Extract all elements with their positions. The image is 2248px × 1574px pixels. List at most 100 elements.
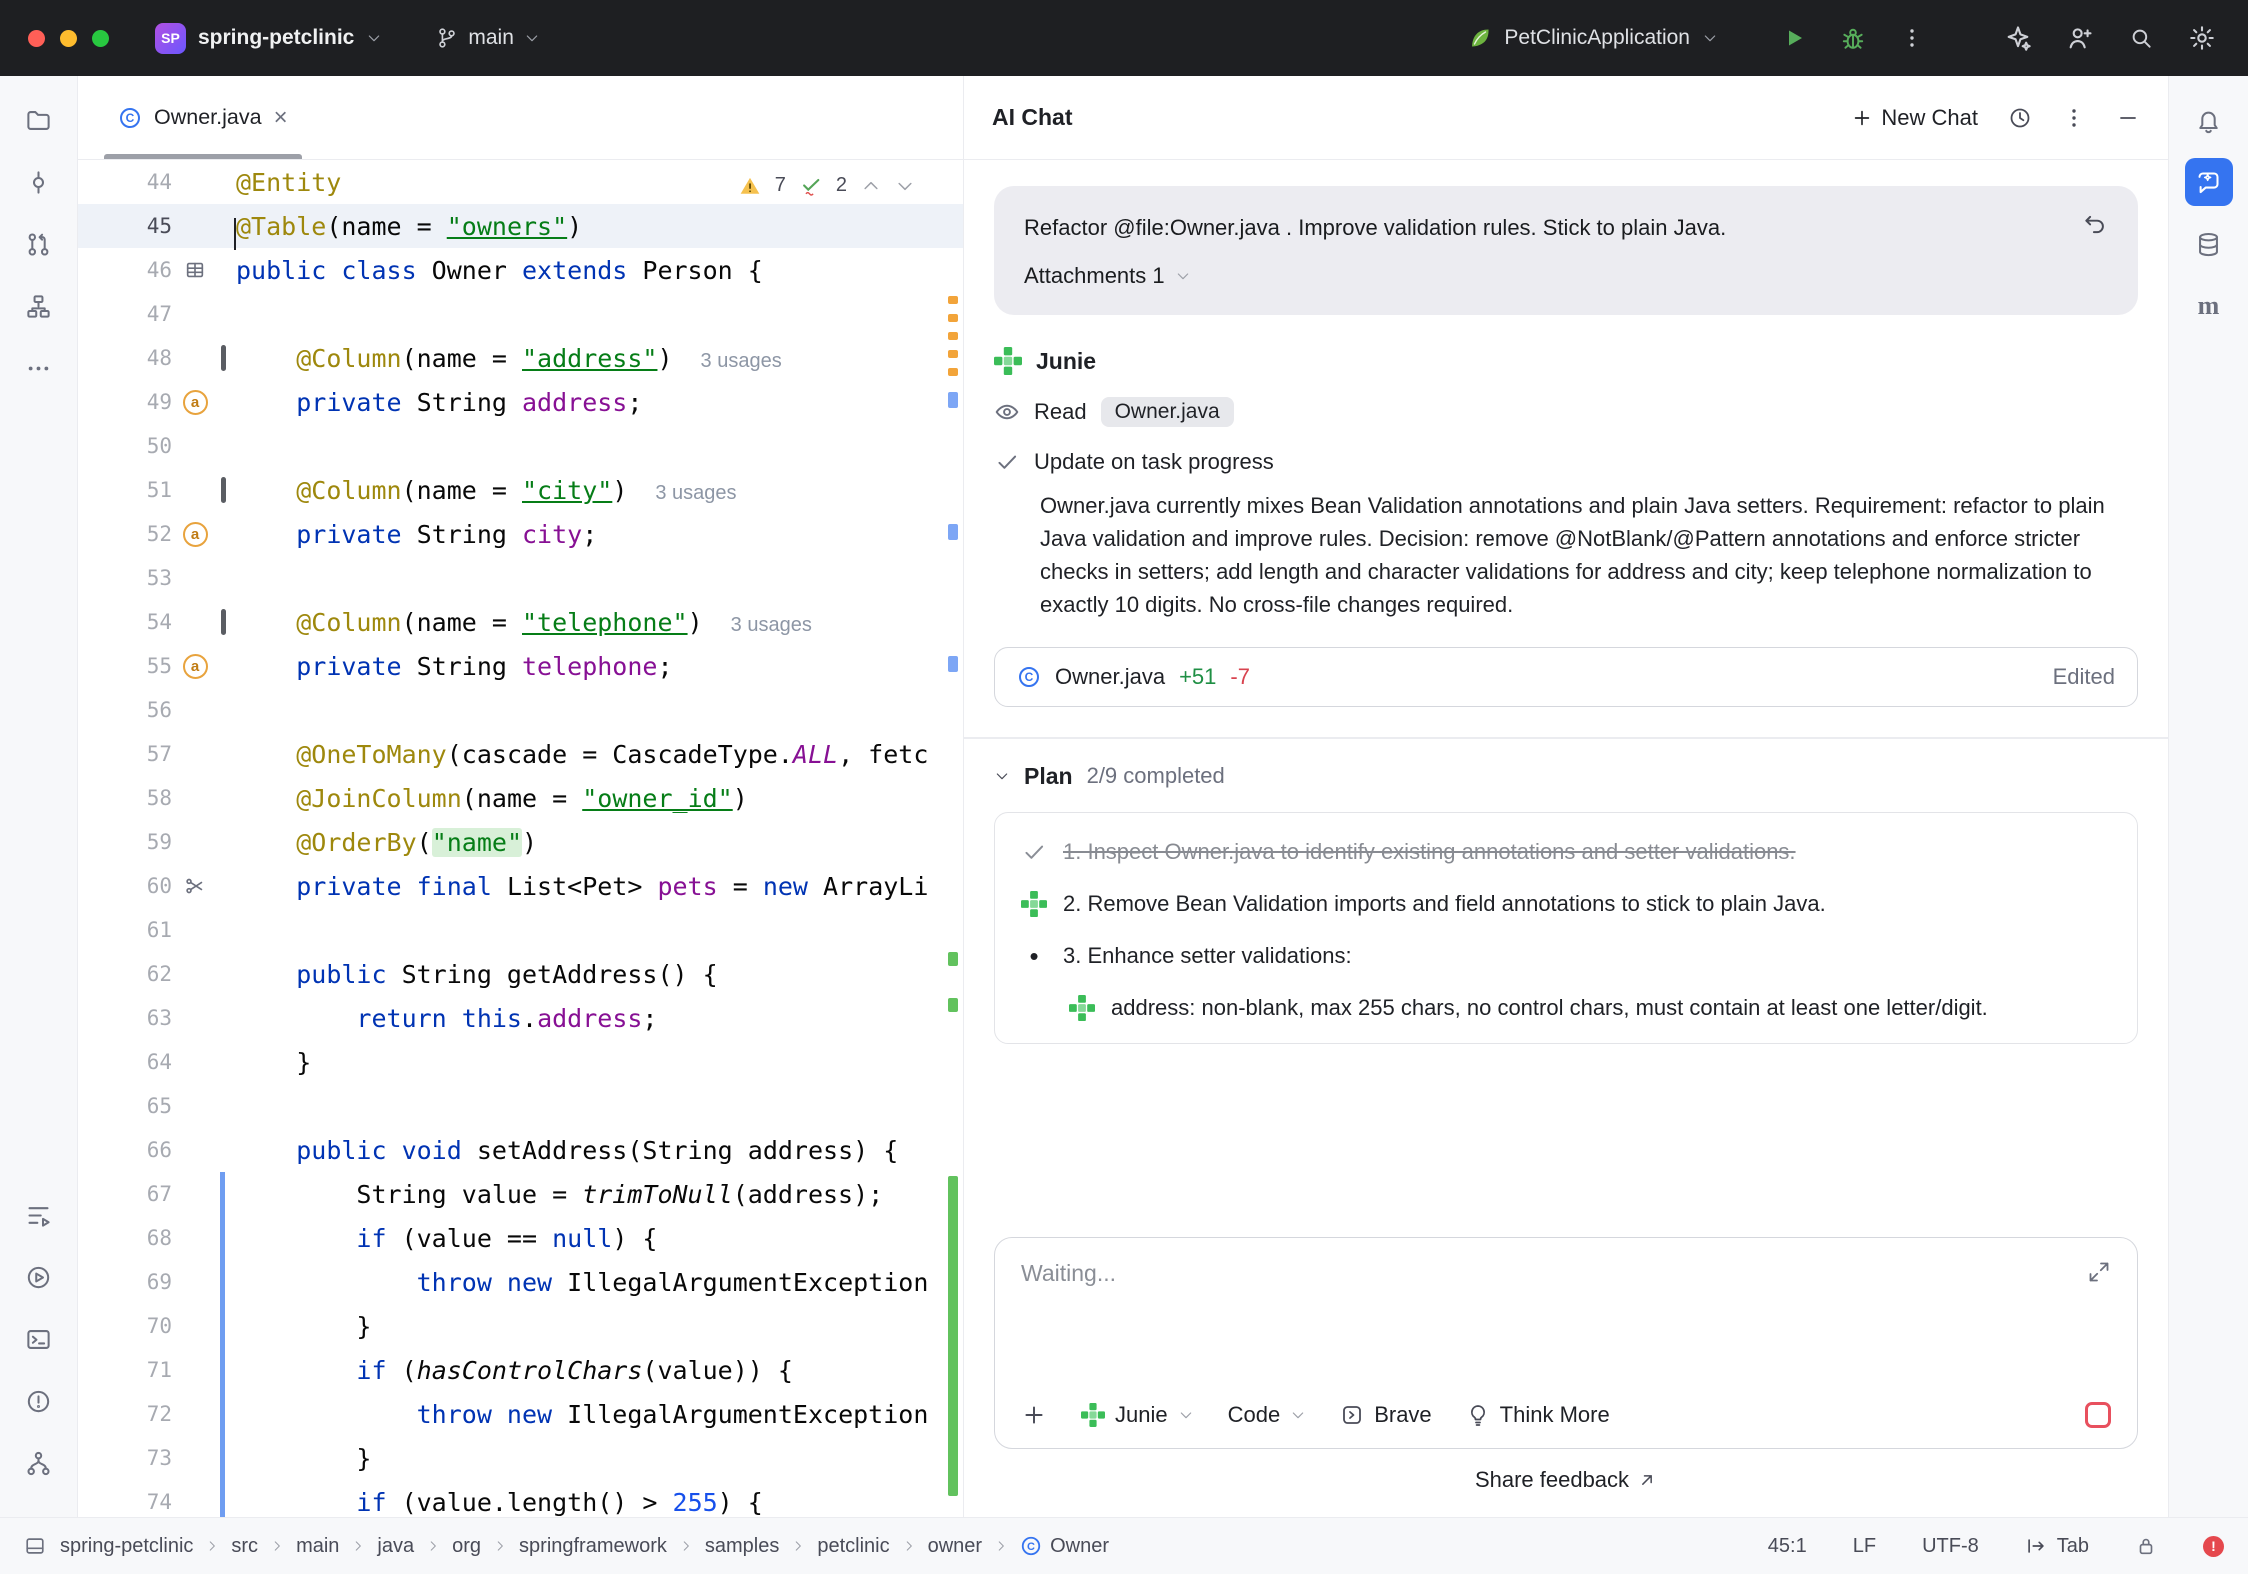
more-icon[interactable] [15, 344, 63, 392]
stop-button[interactable] [2085, 1402, 2111, 1428]
search-icon[interactable] [2128, 25, 2154, 51]
minimize-window-button[interactable] [60, 30, 77, 47]
lock-icon[interactable] [2135, 1535, 2157, 1557]
breadcrumb-item[interactable]: src [231, 1535, 258, 1558]
tab-options-kebab-icon[interactable] [937, 106, 963, 130]
line-number[interactable]: 56 [78, 698, 172, 722]
debug-button[interactable] [1840, 25, 1866, 51]
project-selector[interactable]: SP spring-petclinic [155, 23, 382, 54]
next-problem-icon[interactable] [895, 176, 915, 196]
line-number[interactable]: 67 [78, 1182, 172, 1206]
line-number[interactable]: 74 [78, 1490, 172, 1514]
line-number[interactable]: 44 [78, 170, 172, 194]
line-number[interactable]: 51 [78, 478, 172, 502]
problems-icon[interactable] [15, 1377, 63, 1425]
line-number[interactable]: 63 [78, 1006, 172, 1030]
line-number[interactable]: 49 [78, 390, 172, 414]
line-number[interactable]: 72 [78, 1402, 172, 1426]
breadcrumb-item[interactable]: petclinic [817, 1535, 889, 1558]
maximize-window-button[interactable] [92, 30, 109, 47]
history-clock-icon[interactable] [2008, 106, 2032, 130]
line-number[interactable]: 73 [78, 1446, 172, 1470]
line-number[interactable]: 65 [78, 1094, 172, 1118]
breadcrumb-item[interactable]: spring-petclinic [60, 1535, 193, 1558]
brave-mode-toggle[interactable]: Brave [1340, 1402, 1431, 1428]
inspection-widget[interactable]: 7 2 [731, 170, 923, 201]
settings-gear-icon[interactable] [2188, 24, 2216, 52]
line-number[interactable]: 69 [78, 1270, 172, 1294]
gutter[interactable]: a [172, 654, 218, 679]
chat-options-kebab-icon[interactable] [2062, 106, 2086, 130]
build-icon[interactable] [15, 1191, 63, 1239]
project-icon[interactable] [15, 96, 63, 144]
version-control-icon[interactable] [15, 1439, 63, 1487]
breadcrumb-item[interactable]: org [452, 1535, 481, 1558]
line-number[interactable]: 54 [78, 610, 172, 634]
line-number[interactable]: 48 [78, 346, 172, 370]
encoding-widget[interactable]: UTF-8 [1922, 1535, 1979, 1558]
code-editor[interactable]: 44@Entity45@Table(name = "owners")46publ… [78, 160, 963, 1517]
line-number[interactable]: 47 [78, 302, 172, 326]
run-icon[interactable] [15, 1253, 63, 1301]
gutter[interactable]: a [172, 522, 218, 547]
more-actions-button[interactable] [1900, 26, 1924, 50]
breadcrumb-item[interactable]: samples [705, 1535, 779, 1558]
expand-input-icon[interactable] [2087, 1260, 2111, 1284]
ai-assistant-icon[interactable] [2004, 24, 2032, 52]
share-feedback-link[interactable]: Share feedback [994, 1449, 2138, 1497]
attach-plus-icon[interactable] [1021, 1402, 1047, 1428]
attachments-toggle[interactable]: Attachments 1 [1024, 263, 2108, 289]
tool-window-layout-icon[interactable] [24, 1535, 46, 1557]
terminal-icon[interactable] [15, 1315, 63, 1363]
caret-position-widget[interactable]: 45:1 [1768, 1535, 1807, 1558]
tab-owner-java[interactable]: C Owner.java × [100, 76, 306, 159]
breadcrumb-item[interactable]: java [377, 1535, 414, 1558]
line-number[interactable]: 61 [78, 918, 172, 942]
ai-chat-icon[interactable] [2185, 158, 2233, 206]
gutter[interactable] [172, 259, 218, 281]
line-number[interactable]: 45 [78, 214, 172, 238]
error-stripe[interactable] [945, 160, 961, 1517]
line-number[interactable]: 57 [78, 742, 172, 766]
code-with-me-icon[interactable] [2066, 24, 2094, 52]
line-number[interactable]: 71 [78, 1358, 172, 1382]
line-number[interactable]: 58 [78, 786, 172, 810]
line-number[interactable]: 70 [78, 1314, 172, 1338]
tab-close-icon[interactable]: × [274, 106, 288, 130]
gutter[interactable] [172, 875, 218, 897]
line-number[interactable]: 46 [78, 258, 172, 282]
line-number[interactable]: 64 [78, 1050, 172, 1074]
line-number[interactable]: 62 [78, 962, 172, 986]
breadcrumb-item[interactable]: COwner [1020, 1535, 1109, 1558]
run-configuration[interactable]: PetClinicApplication [1468, 26, 1718, 50]
run-button[interactable] [1782, 26, 1806, 50]
maven-icon[interactable]: m [2185, 282, 2233, 330]
line-number[interactable]: 50 [78, 434, 172, 458]
notifications-icon[interactable] [2185, 96, 2233, 144]
indent-widget[interactable]: Tab [2025, 1535, 2089, 1558]
line-number[interactable]: 52 [78, 522, 172, 546]
error-indicator[interactable]: ! [2203, 1536, 2224, 1557]
line-number[interactable]: 53 [78, 566, 172, 590]
breadcrumb-item[interactable]: main [296, 1535, 339, 1558]
breadcrumb-item[interactable]: springframework [519, 1535, 667, 1558]
close-window-button[interactable] [28, 30, 45, 47]
branch-selector[interactable]: main [436, 26, 540, 50]
line-number[interactable]: 55 [78, 654, 172, 678]
mode-selector[interactable]: Code [1228, 1402, 1307, 1428]
structure-icon[interactable] [15, 282, 63, 330]
prev-problem-icon[interactable] [861, 176, 881, 196]
breadcrumb-item[interactable]: owner [928, 1535, 982, 1558]
usages-inlay-hint[interactable]: 3 usages [655, 482, 736, 504]
line-number[interactable]: 59 [78, 830, 172, 854]
usages-inlay-hint[interactable]: 3 usages [701, 350, 782, 372]
agent-selector[interactable]: Junie [1081, 1402, 1194, 1428]
line-number[interactable]: 60 [78, 874, 172, 898]
database-icon[interactable] [2185, 220, 2233, 268]
line-separator-widget[interactable]: LF [1853, 1535, 1876, 1558]
read-file-chip[interactable]: Owner.java [1101, 397, 1234, 427]
edited-file-card[interactable]: C Owner.java +51 -7 Edited [994, 647, 2138, 707]
chat-input[interactable]: Waiting... Junie Code [994, 1237, 2138, 1449]
pull-requests-icon[interactable] [15, 220, 63, 268]
think-more-toggle[interactable]: Think More [1466, 1402, 1610, 1428]
